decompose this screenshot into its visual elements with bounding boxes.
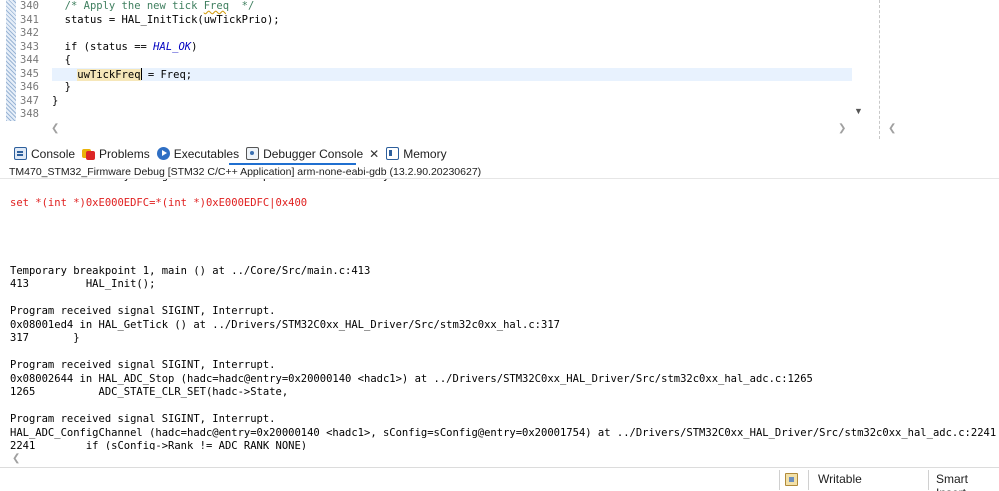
console-line: 413 HAL_Init(); [10, 278, 156, 290]
writable-status: Writable [818, 472, 862, 486]
tab-problems[interactable]: Problems [80, 142, 155, 165]
code-comment-end: */ [229, 0, 255, 12]
line-number: 341 [20, 13, 39, 26]
code-line[interactable]: } [52, 95, 852, 109]
tab-memory[interactable]: Memory [384, 142, 451, 165]
code-line[interactable]: /* Apply the new tick Freq */ [52, 0, 852, 14]
tab-label: Console [31, 146, 76, 161]
current-code-line[interactable]: uwTickFreq = Freq; [52, 67, 852, 81]
status-separator [928, 470, 929, 490]
code-area[interactable]: /* Apply the new tick Freq */ status = H… [52, 0, 852, 122]
status-separator [779, 470, 780, 490]
line-number: 340 [20, 0, 39, 12]
code-line[interactable]: status = HAL_InitTick(uwTickPrio); [52, 14, 852, 28]
code-line[interactable]: if (status == HAL_OK) [52, 41, 852, 55]
code-text: = Freq; [141, 68, 193, 81]
memory-icon [386, 147, 400, 160]
console-line: Program received signal SIGINT, Interrup… [10, 413, 276, 425]
console-line: Temporary breakpoint 1, main () at ../Co… [10, 264, 371, 277]
tab-executables[interactable]: Executables [155, 142, 244, 165]
console-line: 317 } [10, 332, 80, 344]
console-line: Program received signal SIGINT, Interrup… [10, 359, 276, 371]
editor-horizontal-scrollbar[interactable]: ❮ ❯ [48, 121, 854, 137]
macro-token: HAL_OK [153, 40, 192, 53]
status-separator [808, 470, 809, 490]
highlighted-identifier: uwTickFreq [77, 68, 141, 81]
insert-mode-status: Smart Insert [936, 472, 969, 491]
tab-label: Problems [99, 146, 150, 161]
console-line: 0x08002644 in HAL_ADC_Stop (hadc=hadc@en… [10, 372, 813, 385]
spelling-warning-word[interactable]: Freq [204, 0, 229, 12]
code-line[interactable] [52, 27, 852, 41]
line-number-ruler: 340 341 342 343 344 345 346 347 348 [20, 0, 48, 122]
code-editor[interactable]: 340 341 342 343 344 345 346 347 348 /* A… [0, 0, 999, 139]
console-line: Program received signal SIGINT, Interrup… [10, 305, 276, 317]
view-tab-bar: Console Problems Executables Debugger Co… [0, 142, 999, 165]
problems-icon [82, 147, 96, 160]
outline-pane[interactable]: ❮ [879, 0, 999, 139]
console-command-line: set *(int *)0xE000EDFC=*(int *)0xE000EDF… [10, 197, 308, 209]
scroll-down-arrow-icon[interactable]: ▼ [854, 106, 863, 116]
code-text: { [64, 54, 71, 66]
executables-icon [156, 147, 170, 160]
status-bar: Writable Smart Insert [0, 467, 999, 491]
tab-label: Debugger Console [263, 146, 364, 161]
scroll-left-arrow-icon[interactable]: ❮ [12, 453, 20, 464]
editor-vertical-scrollbar[interactable]: ▼ [852, 0, 866, 121]
line-number: 345 [20, 67, 39, 80]
debugger-console-icon [246, 147, 260, 160]
line-number: 348 [20, 108, 39, 120]
console-line: 1265 ADC_STATE_CLR_SET(hadc->State, [10, 386, 289, 398]
console-title: TM470_STM32_Firmware Debug [STM32 C/C++ … [0, 165, 999, 179]
line-number: 344 [20, 54, 39, 66]
scroll-left-arrow-icon[interactable]: ❮ [888, 123, 896, 134]
tab-label: Memory [403, 146, 447, 161]
console-line: 0x08001ed4 in HAL_GetTick () at ../Drive… [10, 318, 560, 331]
line-number: 347 [20, 94, 39, 107]
close-icon[interactable]: ✕ [369, 147, 379, 161]
code-line[interactable] [52, 108, 852, 122]
debugger-console-output[interactable]: Note: automatically using hardware break… [0, 172, 999, 450]
code-text: } [64, 81, 71, 93]
code-text: } [52, 94, 59, 107]
line-number: 343 [20, 40, 39, 53]
tab-console[interactable]: Console [12, 142, 80, 165]
code-text: ) [191, 40, 198, 53]
code-line[interactable]: { [52, 54, 852, 68]
code-text: if (status == [64, 40, 154, 53]
console-horizontal-scrollbar[interactable]: ❮ [0, 451, 999, 467]
line-number: 346 [20, 81, 39, 93]
editor-gutter-marker-strip [6, 0, 16, 121]
console-icon [14, 147, 27, 160]
scroll-left-arrow-icon[interactable]: ❮ [51, 123, 59, 134]
tab-debugger-console[interactable]: Debugger Console ✕ [244, 142, 385, 165]
writable-status-icon [785, 473, 798, 486]
tab-label: Executables [173, 146, 240, 161]
code-text: status = HAL_InitTick(uwTickPrio); [64, 13, 280, 26]
scroll-right-arrow-icon[interactable]: ❯ [838, 123, 846, 134]
code-comment: /* Apply the new tick [64, 0, 204, 12]
console-line: 2241 if (sConfig->Rank != ADC_RANK_NONE) [10, 440, 308, 450]
line-number: 342 [20, 27, 39, 39]
code-line[interactable]: } [52, 81, 852, 95]
console-line: HAL_ADC_ConfigChannel (hadc=hadc@entry=0… [10, 426, 997, 439]
